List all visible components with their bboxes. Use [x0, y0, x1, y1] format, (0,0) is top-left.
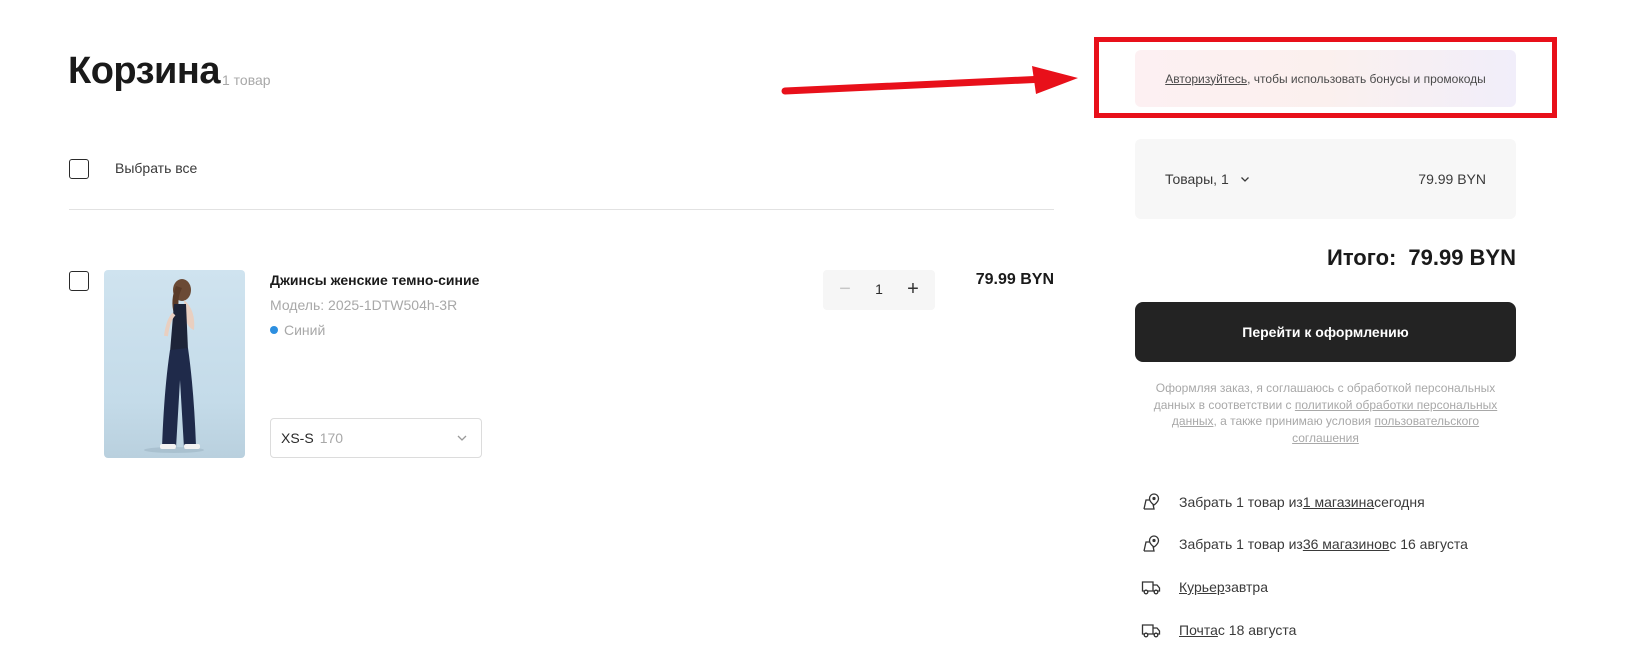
select-all-label[interactable]: Выбрать все	[115, 160, 197, 176]
truck-icon	[1141, 581, 1161, 595]
select-all-checkbox[interactable]	[69, 159, 89, 179]
stores-link[interactable]: 1 магазина	[1303, 494, 1374, 510]
checkout-button[interactable]: Перейти к оформлению	[1135, 302, 1516, 362]
promo-banner: Авторизуйтесь, чтобы использовать бонусы…	[1135, 50, 1516, 107]
color-dot-icon	[270, 326, 278, 334]
delivery-option-pickup-today: Забрать 1 товар из 1 магазина сегодня	[1141, 492, 1425, 512]
promo-text: , чтобы использовать бонусы и промокоды	[1247, 71, 1486, 86]
items-label: Товары, 1	[1165, 171, 1229, 187]
product-color: Синий	[270, 322, 325, 338]
product-image[interactable]	[104, 270, 245, 458]
delivery-option-post: Почта с 18 августа	[1141, 620, 1296, 640]
delivery-suffix: с 18 августа	[1217, 622, 1297, 638]
delivery-prefix: Забрать 1 товар из	[1179, 536, 1303, 552]
store-pin-icon	[1143, 493, 1160, 510]
delivery-option-pickup-later: Забрать 1 товар из 36 магазинов с 16 авг…	[1141, 534, 1468, 554]
product-photo-illustration	[144, 279, 204, 453]
courier-link[interactable]: Курьер	[1179, 579, 1225, 595]
item-checkbox[interactable]	[69, 271, 89, 291]
consent-text: Оформляя заказ, я соглашаюсь с обработко…	[1145, 380, 1506, 446]
order-summary: Товары, 1 79.99 BYN	[1135, 139, 1516, 219]
delivery-suffix: с 16 августа	[1389, 536, 1468, 552]
size-value: XS-S	[281, 430, 314, 446]
store-pin-icon	[1143, 535, 1160, 552]
cart-item-count: 1 товар	[222, 72, 271, 88]
select-all-control[interactable]: Выбрать все	[69, 159, 197, 179]
annotation-arrow	[781, 66, 1078, 95]
divider	[69, 209, 1054, 210]
items-toggle[interactable]: Товары, 1	[1165, 171, 1251, 187]
post-link[interactable]: Почта	[1179, 622, 1218, 638]
quantity-value: 1	[875, 281, 883, 297]
consent-text-part2: , а также принимаю условия	[1213, 414, 1375, 428]
truck-icon	[1141, 624, 1161, 638]
item-price: 79.99 BYN	[975, 271, 1054, 288]
delivery-prefix: Забрать 1 товар из	[1179, 494, 1303, 510]
product-name[interactable]: Джинсы женские темно-синие	[270, 272, 479, 288]
delivery-suffix: сегодня	[1374, 494, 1425, 510]
chevron-down-icon	[457, 435, 467, 441]
items-price: 79.99 BYN	[1418, 171, 1486, 187]
login-link[interactable]: Авторизуйтесь	[1165, 72, 1247, 86]
page-title: Корзина	[68, 50, 220, 92]
size-height: 170	[319, 430, 344, 446]
total-value: 79.99 BYN	[1408, 245, 1516, 270]
quantity-increase-button[interactable]: +	[903, 279, 923, 299]
delivery-option-courier: Курьер завтра	[1141, 577, 1268, 597]
total-label: Итого:	[1327, 245, 1397, 270]
quantity-decrease-button[interactable]: −	[835, 279, 855, 299]
size-select[interactable]: XS-S 170	[270, 418, 482, 458]
chevron-down-icon	[1240, 177, 1249, 182]
total-row: Итого: 79.99 BYN	[1327, 245, 1516, 271]
delivery-suffix: завтра	[1224, 579, 1268, 595]
product-color-label: Синий	[284, 322, 326, 338]
product-model: Модель: 2025-1DTW504h-3R	[270, 297, 458, 313]
quantity-stepper: − 1 +	[823, 270, 935, 310]
stores-link[interactable]: 36 магазинов	[1303, 536, 1390, 552]
